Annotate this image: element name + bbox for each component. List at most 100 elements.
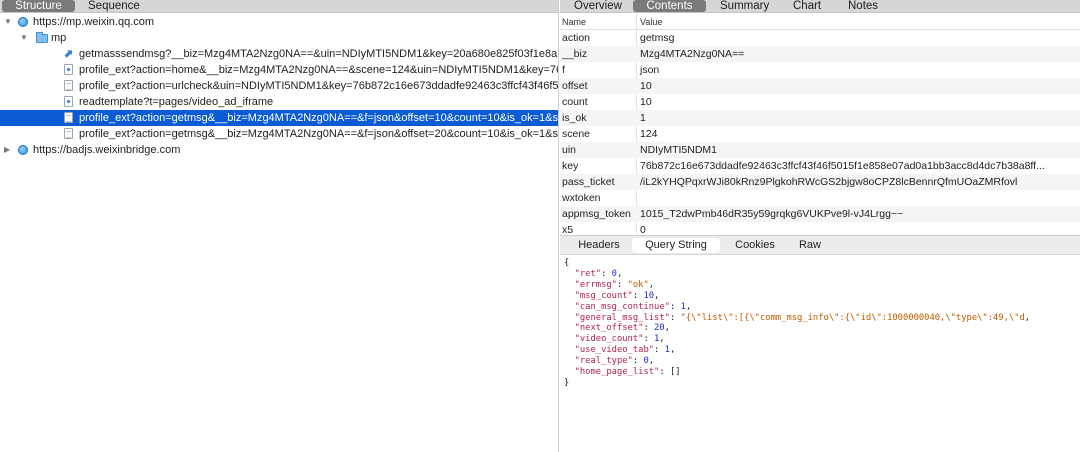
document-icon [64,80,73,91]
tree-row-label: profile_ext?action=urlcheck&uin=NDIyMTI5… [79,80,559,92]
json-viewer: { "ret": 0, "errmsg": "ok", "msg_count":… [564,258,1031,388]
json-value: "ok" [627,279,649,290]
tab-raw[interactable]: Raw [788,238,832,253]
param-value: 1 [640,112,646,124]
structure-tabbar: Structure Sequence [0,0,558,13]
name-column-header[interactable]: Name [562,17,586,27]
disclosure-open-icon[interactable]: ▼ [20,30,28,46]
param-name: count [562,96,588,108]
json-key: "use_video_tab" [574,345,655,356]
document-icon [64,112,73,123]
folder-icon [36,32,48,43]
param-value: /iL2kYHQPqxrWJi80kRnz9PlgkohRWcGS2bjgw8o… [640,176,1018,188]
json-key: "msg_count" [574,290,633,301]
structure-pane: Structure Sequence ▼ https://mp.weixin.qq… [0,0,559,452]
json-open-brace: { [564,258,570,268]
json-value: 0 [643,356,649,367]
json-value: 1 [680,301,686,312]
param-value: getmsg [640,32,675,44]
query-row[interactable]: key 76b872c16e673ddadfe92463c3ffcf43f46f5… [560,158,1080,174]
tree-row-label: profile_ext?action=home&__biz=Mzg4MTA2Nz… [79,64,559,76]
param-name: uin [562,144,577,156]
tab-summary[interactable]: Summary [720,0,769,12]
tab-query-string[interactable]: Query String [632,238,720,253]
param-value: json [640,64,660,76]
param-value: Mzg4MTA2Nzg0NA== [640,48,745,60]
query-row[interactable]: appmsg_token 1015_T2dwPmb46dR35y59grqkg6V… [560,206,1080,222]
tree-row[interactable]: readtemplate?t=pages/video_ad_iframe [0,94,558,110]
tree-row-label: profile_ext?action=getmsg&__biz=Mzg4MTA2… [79,112,559,124]
param-name: appmsg_token [562,208,631,220]
tree-row[interactable]: profile_ext?action=getmsg&__biz=Mzg4MTA2… [0,126,559,142]
param-name: key [562,160,579,172]
param-name: wxtoken [562,192,601,204]
disclosure-open-icon[interactable]: ▼ [4,14,12,30]
tab-chart[interactable]: Chart [793,0,821,12]
value-column-header[interactable]: Value [640,17,662,27]
tree-row[interactable]: ⬈ getmasssendmsg?__biz=Mzg4MTA2Nzg0NA==&u… [0,46,559,62]
json-value: 1 [654,334,660,345]
tab-contents[interactable]: Contents [633,0,706,12]
query-row[interactable]: offset 10 [560,78,1080,94]
param-name: is_ok [562,112,587,124]
tab-sequence[interactable]: Sequence [88,0,140,12]
tree-row-label: readtemplate?t=pages/video_ad_iframe [79,96,274,108]
json-value: 0 [611,268,617,279]
tree-row[interactable]: profile_ext?action=getmsg&__biz=Mzg4MTA2… [0,110,559,126]
json-value: "{\"list\":[{\"comm_msg_info\":{\"id\":1… [680,312,1025,323]
tree-row-label: getmasssendmsg?__biz=Mzg4MTA2Nzg0NA==&ui… [79,48,559,60]
query-row[interactable]: uin NDIyMTI5NDM1 [560,142,1080,158]
query-row[interactable]: pass_ticket/iL2kYHQPqxrWJi80kRnz9PlgkohR… [560,174,1080,190]
tab-cookies[interactable]: Cookies [726,238,784,253]
param-name: scene [562,128,591,140]
param-value: 1015_T2dwPmb46dR35y59grqkg6VUKPve9l-vJ4L… [640,208,904,220]
tree-row-label: mp [51,32,67,44]
request-subtabs: Headers Query String Cookies Raw [560,235,1080,255]
query-row[interactable]: action getmsg [560,30,1080,46]
query-row[interactable]: scene 124 [560,126,1080,142]
tab-headers[interactable]: Headers [568,238,630,253]
query-table-header: Name Value [560,14,1080,30]
tab-notes[interactable]: Notes [848,0,878,12]
disclosure-closed-icon[interactable]: ▶ [4,142,10,158]
query-row[interactable]: f json [560,62,1080,78]
document-icon [64,96,73,107]
tree-row[interactable]: profile_ext?action=home&__biz=Mzg4MTA2Nz… [0,62,559,78]
globe-icon [18,145,28,155]
param-value: 10 [640,96,652,108]
param-value: NDIyMTI5NDM1 [640,144,718,156]
tree-row-label: profile_ext?action=getmsg&__biz=Mzg4MTA2… [79,128,559,140]
tree-row[interactable]: ▶ https://badjs.weixinbridge.com [0,142,558,158]
param-name: action [562,32,591,44]
tab-structure[interactable]: Structure [2,0,75,12]
query-row[interactable]: count 10 [560,94,1080,110]
query-row[interactable]: is_ok 1 [560,110,1080,126]
tree-row[interactable]: profile_ext?action=urlcheck&uin=NDIyMTI5… [0,78,559,94]
param-name: f [562,64,565,76]
param-name: offset [562,80,588,92]
param-name: pass_ticket [562,176,615,188]
json-close-brace: } [564,377,570,388]
query-row[interactable]: wxtoken [560,190,1080,206]
json-key: "next_offset" [574,323,644,334]
tab-overview[interactable]: Overview [574,0,622,12]
tree-row[interactable]: ▼ https://mp.weixin.qq.com [0,14,558,30]
param-value: 124 [640,128,658,140]
param-value: 76b872c16e673ddadfe92463c3ffcf43f46f5015… [640,160,1045,172]
tree-row-label: https://badjs.weixinbridge.com [33,144,181,156]
document-icon [64,128,73,139]
redirect-icon: ⬈ [64,48,74,60]
json-key: "can_msg_continue" [574,301,670,312]
json-key: "video_count" [574,334,644,345]
json-key: "general_msg_list" [574,312,670,323]
tree-row-label: https://mp.weixin.qq.com [33,16,155,28]
json-value: 10 [643,290,655,301]
json-value: 20 [654,323,665,334]
globe-icon [18,17,28,27]
json-key: "errmsg" [574,279,617,290]
query-row[interactable]: __biz Mzg4MTA2Nzg0NA== [560,46,1080,62]
tree-row[interactable]: ▼ mp [0,30,558,46]
details-tabbar: Overview Contents Summary Chart Notes [560,0,1080,13]
param-value: 10 [640,80,652,92]
json-key: "home_page_list" [574,367,660,378]
